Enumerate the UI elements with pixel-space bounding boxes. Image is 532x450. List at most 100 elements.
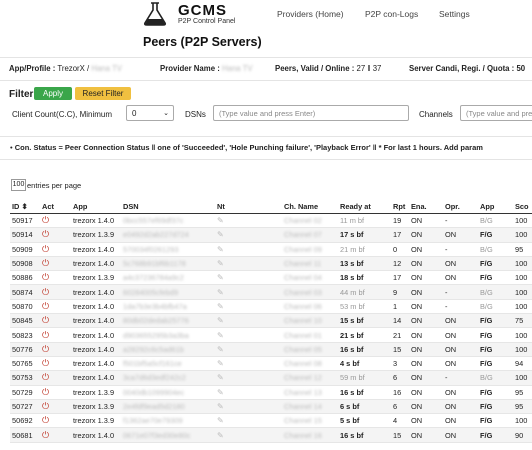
- edit-note-icon[interactable]: ✎: [217, 259, 224, 268]
- edit-note-icon[interactable]: ✎: [217, 316, 224, 325]
- cell-nt[interactable]: ✎: [215, 227, 282, 243]
- cell-id[interactable]: 50845: [10, 313, 40, 329]
- edit-note-icon[interactable]: ✎: [217, 416, 224, 425]
- cell-act[interactable]: ⏻: [40, 270, 71, 286]
- edit-note-icon[interactable]: ✎: [217, 431, 224, 440]
- edit-note-icon[interactable]: ✎: [217, 302, 224, 311]
- edit-note-icon[interactable]: ✎: [217, 373, 224, 382]
- table-row[interactable]: 50823 ⏻ trezorx 1.4.0 d903655295b3a3ba ✎ Chan…: [10, 327, 532, 343]
- power-icon[interactable]: ⏻: [42, 358, 49, 368]
- edit-note-icon[interactable]: ✎: [217, 331, 224, 340]
- cell-id[interactable]: 50692: [10, 413, 40, 429]
- cell-nt[interactable]: ✎: [215, 427, 282, 443]
- col-nt[interactable]: Nt: [215, 200, 282, 214]
- power-icon[interactable]: ⏻: [42, 215, 49, 225]
- col-ch-name[interactable]: Ch. Name: [282, 200, 338, 214]
- power-icon[interactable]: ⏻: [42, 387, 49, 397]
- col-opr[interactable]: Opr.: [443, 200, 478, 214]
- edit-note-icon[interactable]: ✎: [217, 388, 224, 397]
- cell-act[interactable]: ⏻: [40, 213, 71, 229]
- cell-id[interactable]: 50753: [10, 370, 40, 386]
- apply-button[interactable]: Apply: [34, 87, 72, 100]
- cell-id[interactable]: 50823: [10, 327, 40, 343]
- cell-id[interactable]: 50914: [10, 227, 40, 243]
- cell-act[interactable]: ⏻: [40, 299, 71, 315]
- cell-nt[interactable]: ✎: [215, 342, 282, 357]
- col-act[interactable]: Act: [40, 200, 71, 214]
- cell-nt[interactable]: ✎: [215, 313, 282, 329]
- power-icon[interactable]: ⏻: [42, 430, 49, 440]
- power-icon[interactable]: ⏻: [42, 330, 49, 340]
- cell-nt[interactable]: ✎: [215, 213, 282, 229]
- cell-nt[interactable]: ✎: [215, 385, 282, 400]
- table-row[interactable]: 50909 ⏻ trezorx 1.4.0 570034f0261293 ✎ Channe…: [10, 242, 532, 257]
- power-icon[interactable]: ⏻: [42, 287, 49, 297]
- brand-title[interactable]: GCMS: [178, 2, 227, 19]
- cell-act[interactable]: ⏻: [40, 427, 71, 443]
- cell-nt[interactable]: ✎: [215, 399, 282, 415]
- power-icon[interactable]: ⏻: [42, 415, 49, 425]
- edit-note-icon[interactable]: ✎: [217, 288, 224, 297]
- reset-filter-button[interactable]: Reset Filter: [75, 87, 131, 100]
- cell-id[interactable]: 50908: [10, 256, 40, 272]
- edit-note-icon[interactable]: ✎: [217, 402, 224, 411]
- cell-act[interactable]: ⏻: [40, 284, 71, 300]
- cell-nt[interactable]: ✎: [215, 270, 282, 286]
- table-row[interactable]: 50845 ⏻ trezorx 1.4.0 80db02dedab25776 ✎ Chan…: [10, 313, 532, 329]
- nav-link-providers[interactable]: Providers (Home): [277, 9, 344, 19]
- power-icon[interactable]: ⏻: [42, 301, 49, 311]
- col-app-state[interactable]: App: [478, 200, 513, 214]
- power-icon[interactable]: ⏻: [42, 272, 49, 282]
- cell-act[interactable]: ⏻: [40, 227, 71, 243]
- edit-note-icon[interactable]: ✎: [217, 345, 224, 354]
- power-icon[interactable]: ⏻: [42, 244, 49, 254]
- cell-id[interactable]: 50681: [10, 427, 40, 443]
- table-row[interactable]: 50765 ⏻ trezorx 1.4.0 f501bf5a5cf161ce ✎ Chan…: [10, 356, 532, 372]
- power-icon[interactable]: ⏻: [42, 315, 49, 325]
- table-row[interactable]: 50727 ⏻ trezorx 1.3.9 2e4fdf9ead5d2180 ✎ Chan…: [10, 399, 532, 415]
- power-icon[interactable]: ⏻: [42, 258, 49, 268]
- nav-link-p2p-logs[interactable]: P2P con-Logs: [365, 9, 418, 19]
- power-icon[interactable]: ⏻: [42, 401, 49, 411]
- cell-nt[interactable]: ✎: [215, 256, 282, 272]
- table-row[interactable]: 50917 ⏻ trezorx 1.4.0 0bcc557ef69df37c ✎ Chan…: [10, 213, 532, 229]
- edit-note-icon[interactable]: ✎: [217, 273, 224, 282]
- cell-act[interactable]: ⏻: [40, 356, 71, 372]
- cell-id[interactable]: 50765: [10, 356, 40, 372]
- edit-note-icon[interactable]: ✎: [217, 359, 224, 368]
- cell-nt[interactable]: ✎: [215, 327, 282, 343]
- cell-nt[interactable]: ✎: [215, 413, 282, 429]
- power-icon[interactable]: ⏻: [42, 372, 49, 382]
- nav-link-settings[interactable]: Settings: [439, 9, 470, 19]
- client-count-select[interactable]: 0 ⌄: [126, 105, 174, 121]
- table-row[interactable]: 50886 ⏻ trezorx 1.3.9 a4c37236784a9c2 ✎ Chann…: [10, 270, 532, 286]
- power-icon[interactable]: ⏻: [42, 344, 49, 354]
- edit-note-icon[interactable]: ✎: [217, 245, 224, 254]
- power-icon[interactable]: ⏻: [42, 229, 49, 239]
- col-ready-at[interactable]: Ready at: [338, 200, 391, 214]
- cell-act[interactable]: ⏻: [40, 342, 71, 357]
- table-row[interactable]: 50681 ⏻ trezorx 1.4.0 0671e07f3ed30e80c ✎ Cha…: [10, 427, 532, 443]
- cell-act[interactable]: ⏻: [40, 399, 71, 415]
- cell-id[interactable]: 50727: [10, 399, 40, 415]
- table-row[interactable]: 50776 ⏻ trezorx 1.4.0 a28292c6c5ad61b ✎ Chann…: [10, 342, 532, 357]
- col-rpt[interactable]: Rpt: [391, 200, 409, 214]
- col-ena[interactable]: Ena.: [409, 200, 443, 214]
- table-row[interactable]: 50874 ⏻ trezorx 1.4.0 60284005cfebd9 ✎ Channe…: [10, 284, 532, 300]
- cell-id[interactable]: 50874: [10, 284, 40, 300]
- col-score[interactable]: Sco: [513, 200, 532, 214]
- cell-act[interactable]: ⏻: [40, 370, 71, 386]
- table-row[interactable]: 50753 ⏻ trezorx 1.4.0 3ca7d6d3edf242c2 ✎ Chan…: [10, 370, 532, 386]
- cell-act[interactable]: ⏻: [40, 256, 71, 272]
- table-row[interactable]: 50870 ⏻ trezorx 1.4.0 1da7b3e3b4bfb47a ✎ Chan…: [10, 299, 532, 315]
- cell-act[interactable]: ⏻: [40, 313, 71, 329]
- cell-act[interactable]: ⏻: [40, 385, 71, 400]
- cell-id[interactable]: 50886: [10, 270, 40, 286]
- cell-nt[interactable]: ✎: [215, 242, 282, 257]
- edit-note-icon[interactable]: ✎: [217, 216, 224, 225]
- edit-note-icon[interactable]: ✎: [217, 230, 224, 239]
- channels-input[interactable]: (Type value and press Enter). Add param: [460, 105, 532, 121]
- col-id[interactable]: ID ⬍: [10, 200, 40, 214]
- cell-nt[interactable]: ✎: [215, 299, 282, 315]
- cell-act[interactable]: ⏻: [40, 327, 71, 343]
